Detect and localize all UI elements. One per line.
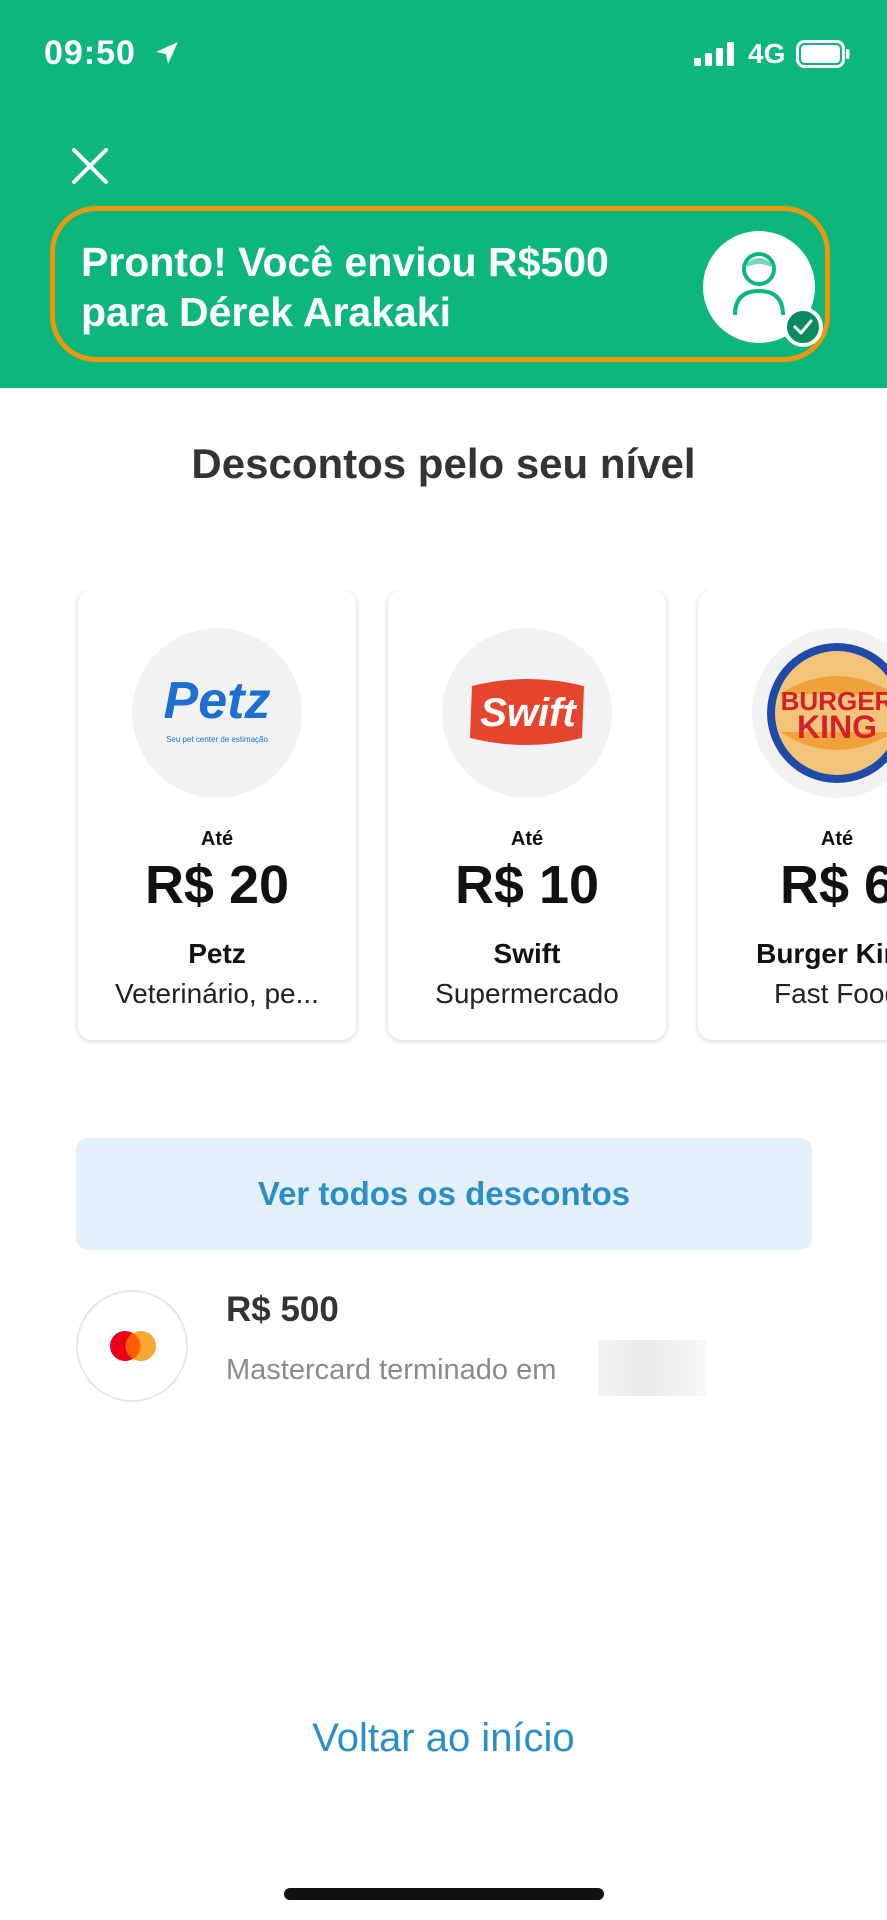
discount-card-burger-king[interactable]: BURGER KING Até R$ 6 Burger King Fast Fo…	[698, 590, 887, 1040]
battery-icon	[796, 40, 850, 68]
petz-logo: Petz Seu pet center de estimação	[132, 628, 302, 798]
check-badge-icon	[783, 307, 823, 347]
swift-logo-icon: Swift	[470, 679, 584, 745]
success-header: 09:50 4G Pronto! Você enviou R$500 para …	[0, 0, 887, 388]
card-category: Veterinário, pe...	[115, 978, 319, 1009]
confirmation-message: Pronto! Você enviou R$500 para Dérek Ara…	[81, 239, 609, 335]
svg-text:Seu pet center de estimação: Seu pet center de estimação	[166, 735, 268, 744]
payment-card-description: Mastercard terminado em	[226, 1354, 557, 1386]
discount-card-petz[interactable]: Petz Seu pet center de estimação Até R$ …	[78, 590, 356, 1040]
svg-text:KING: KING	[797, 709, 877, 745]
home-indicator[interactable]	[284, 1888, 604, 1900]
card-amount: R$ 20	[144, 855, 290, 915]
discount-carousel[interactable]: Petz Seu pet center de estimação Até R$ …	[0, 590, 887, 1046]
confirmation-banner: Pronto! Você enviou R$500 para Dérek Ara…	[50, 206, 830, 362]
status-time: 09:50	[44, 34, 136, 72]
card-up-to-label: Até	[200, 828, 234, 850]
location-arrow-icon	[156, 42, 178, 64]
card-store-name: Burger King	[756, 938, 887, 969]
card-store-name: Petz	[188, 938, 246, 969]
card-up-to-label: Até	[820, 828, 854, 850]
card-up-to-label: Até	[510, 828, 544, 850]
discounts-title: Descontos pelo seu nível	[191, 440, 696, 487]
svg-text:Swift: Swift	[480, 691, 577, 735]
card-category: Fast Food	[773, 978, 887, 1009]
mastercard-icon	[110, 1331, 156, 1361]
petz-logo-icon: Petz Seu pet center de estimação	[164, 672, 271, 744]
swift-logo: Swift	[442, 628, 612, 798]
card-store-name: Swift	[493, 938, 561, 969]
see-all-discounts-button[interactable]: Ver todos os descontos	[76, 1138, 812, 1250]
status-bar: 09:50 4G	[0, 0, 887, 110]
back-to-home-link[interactable]: Voltar ao início	[0, 1716, 887, 1761]
card-number-redaction	[598, 1340, 706, 1396]
close-icon[interactable]	[70, 146, 110, 186]
signal-icon	[694, 42, 734, 66]
card-amount: R$ 10	[454, 855, 600, 915]
svg-text:Petz: Petz	[164, 672, 271, 730]
payment-method-icon	[76, 1290, 188, 1402]
user-icon	[733, 252, 785, 316]
network-type: 4G	[748, 38, 786, 69]
discount-card-swift[interactable]: Swift Até R$ 10 Swift Supermercado	[388, 590, 666, 1040]
card-category: Supermercado	[435, 978, 619, 1009]
burger-king-logo: BURGER KING	[752, 628, 887, 798]
card-amount: R$ 6	[779, 855, 887, 915]
burger-king-logo-icon: BURGER KING	[767, 643, 887, 783]
payment-amount: R$ 500	[226, 1290, 339, 1329]
